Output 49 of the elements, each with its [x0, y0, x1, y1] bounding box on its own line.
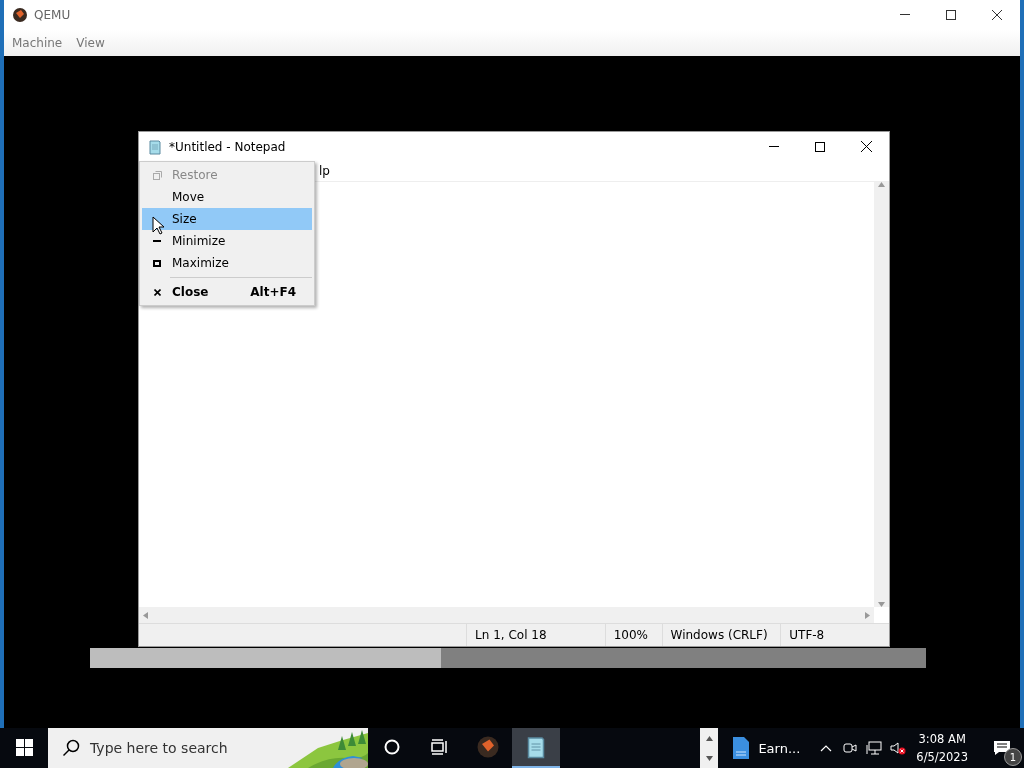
status-text: 100% [604, 624, 662, 646]
notepad-icon [147, 138, 163, 155]
minimize-icon [769, 145, 779, 148]
window-title: QEMU [34, 8, 71, 22]
right-arrow-icon [865, 611, 870, 619]
up-arrow-icon [878, 182, 885, 187]
up-arrow-icon [705, 735, 713, 741]
mouse-cursor-icon [152, 216, 164, 235]
menu-item[interactable]: lp [319, 164, 330, 178]
maximize-icon [815, 141, 825, 152]
horizontal-scrollbar[interactable] [139, 607, 874, 623]
down-arrow-icon [705, 755, 713, 761]
minimize-icon [900, 14, 910, 16]
close-icon [992, 10, 1002, 20]
window-title: *Untitled - Notepad [169, 139, 286, 154]
menu-item[interactable]: Move [142, 186, 312, 208]
message-icon [993, 740, 1011, 756]
notification-badge: 1 [1004, 748, 1022, 766]
notification-button[interactable]: 1 [980, 728, 1024, 768]
down-arrow-icon [878, 602, 885, 607]
document-icon [732, 736, 751, 760]
left-arrow-icon [143, 611, 148, 619]
taskbar-app[interactable] [512, 728, 560, 768]
close-icon [153, 288, 161, 296]
menu-item[interactable]: Machine [12, 36, 63, 50]
menu-item[interactable]: View [76, 36, 105, 50]
clock[interactable]: 3:08 AM 6/5/2023 [916, 730, 968, 766]
vertical-scrollbar[interactable] [874, 182, 889, 607]
menu-item[interactable]: Close Alt+F4 [142, 281, 312, 303]
maximize-icon [946, 10, 956, 20]
qemu-icon [12, 7, 28, 23]
status-text: Windows (CRLF) [661, 624, 781, 646]
menu-item[interactable]: Size [142, 208, 312, 230]
search-field[interactable]: Type here to search [48, 728, 368, 768]
minimize-icon [153, 239, 161, 243]
maximize-icon [153, 259, 161, 267]
taskbar-document-button[interactable]: Earn... [732, 736, 801, 760]
menu-item[interactable]: Maximize [142, 252, 312, 274]
search-icon [62, 739, 80, 757]
qemu-icon [476, 735, 500, 759]
restore-icon [152, 170, 162, 180]
taskbar-scroll[interactable] [700, 728, 719, 768]
task-view-icon [431, 739, 449, 755]
windows-logo-icon [15, 738, 33, 756]
status-text: UTF-8 [780, 624, 889, 646]
close-icon [860, 141, 872, 152]
menu-item[interactable]: Minimize [142, 230, 312, 252]
status-text: Ln 1, Col 18 [466, 624, 605, 646]
circle-icon [384, 739, 400, 755]
